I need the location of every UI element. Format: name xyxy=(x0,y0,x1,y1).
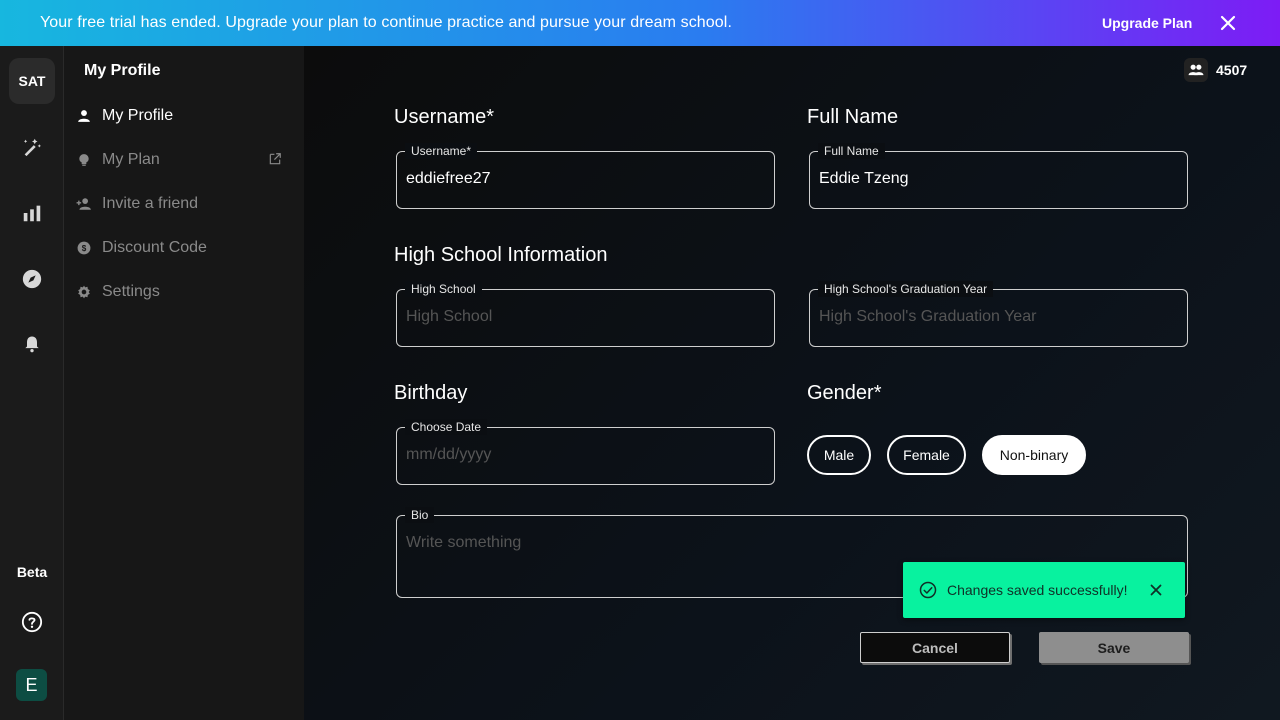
toast-message: Changes saved successfully! xyxy=(947,582,1128,598)
people-icon xyxy=(1184,58,1208,82)
birthday-field: Choose Date xyxy=(396,419,775,485)
lightbulb-icon xyxy=(76,152,92,168)
coins-value: 4507 xyxy=(1216,62,1248,78)
gradyear-input[interactable] xyxy=(819,308,1178,326)
highschool-heading: High School Information xyxy=(394,244,608,266)
cancel-button[interactable]: Cancel xyxy=(860,632,1010,663)
compass-icon[interactable] xyxy=(20,267,44,291)
practice-icon[interactable] xyxy=(20,135,44,159)
sidemenu-title: My Profile xyxy=(84,62,161,79)
username-heading: Username* xyxy=(394,106,495,128)
sidebar-item-my-profile[interactable]: My Profile xyxy=(76,98,296,134)
stats-icon[interactable] xyxy=(20,201,44,225)
sidebar-item-my-plan[interactable]: My Plan xyxy=(76,142,296,178)
highschool-field: High School xyxy=(396,281,775,347)
fullname-input[interactable] xyxy=(819,170,1178,188)
gender-male-button[interactable]: Male xyxy=(807,435,871,475)
icon-rail: SAT Beta E xyxy=(0,46,64,720)
sidebar-item-label: Invite a friend xyxy=(102,195,199,212)
profile-sidemenu: My Profile My Profile My Plan Invite a f… xyxy=(64,46,304,720)
gender-female-button[interactable]: Female xyxy=(887,435,966,475)
beta-label: Beta xyxy=(16,564,48,580)
sidebar-item-label: Settings xyxy=(102,283,160,300)
gear-icon xyxy=(76,284,92,300)
sidebar-item-label: My Plan xyxy=(102,151,160,168)
external-link-icon[interactable] xyxy=(268,152,284,168)
sat-home-button[interactable]: SAT xyxy=(9,58,55,104)
person-icon xyxy=(76,108,92,124)
sidebar-item-invite-friend[interactable]: Invite a friend xyxy=(76,186,296,222)
fullname-heading: Full Name xyxy=(807,106,899,128)
sidebar-item-label: Discount Code xyxy=(102,239,207,256)
gender-nonbinary-button[interactable]: Non-binary xyxy=(982,435,1086,475)
sidebar-item-settings[interactable]: Settings xyxy=(76,274,296,310)
highschool-legend: High School xyxy=(405,281,482,297)
birthday-legend: Choose Date xyxy=(405,419,488,435)
fullname-legend: Full Name xyxy=(818,143,885,159)
svg-text:$: $ xyxy=(82,244,87,253)
trial-banner: Your free trial has ended. Upgrade your … xyxy=(0,0,1280,46)
close-icon[interactable] xyxy=(1147,581,1165,599)
dollar-icon: $ xyxy=(76,240,92,256)
coins-counter[interactable]: 4507 xyxy=(1184,58,1247,82)
username-legend: Username* xyxy=(405,143,478,159)
gender-heading: Gender* xyxy=(807,382,882,404)
gradyear-legend: High School's Graduation Year xyxy=(818,281,994,297)
save-button[interactable]: Save xyxy=(1039,632,1189,663)
username-field: Username* xyxy=(396,143,775,209)
birthday-input[interactable] xyxy=(406,446,765,464)
bell-icon[interactable] xyxy=(20,332,44,356)
success-toast: Changes saved successfully! xyxy=(903,562,1185,618)
highschool-input[interactable] xyxy=(406,308,765,326)
check-circle-icon xyxy=(919,581,937,599)
avatar[interactable]: E xyxy=(16,669,47,701)
close-icon[interactable] xyxy=(1218,13,1238,33)
bio-legend: Bio xyxy=(405,507,435,523)
fullname-field: Full Name xyxy=(809,143,1188,209)
gradyear-field: High School's Graduation Year xyxy=(809,281,1188,347)
sidebar-item-discount-code[interactable]: $ Discount Code xyxy=(76,230,296,266)
upgrade-plan-link[interactable]: Upgrade Plan xyxy=(1102,15,1192,31)
sidebar-item-label: My Profile xyxy=(102,107,174,124)
person-add-icon xyxy=(76,196,92,212)
banner-message: Your free trial has ended. Upgrade your … xyxy=(40,14,732,31)
birthday-heading: Birthday xyxy=(394,382,468,404)
help-icon[interactable] xyxy=(20,610,44,634)
username-input[interactable] xyxy=(406,170,765,188)
